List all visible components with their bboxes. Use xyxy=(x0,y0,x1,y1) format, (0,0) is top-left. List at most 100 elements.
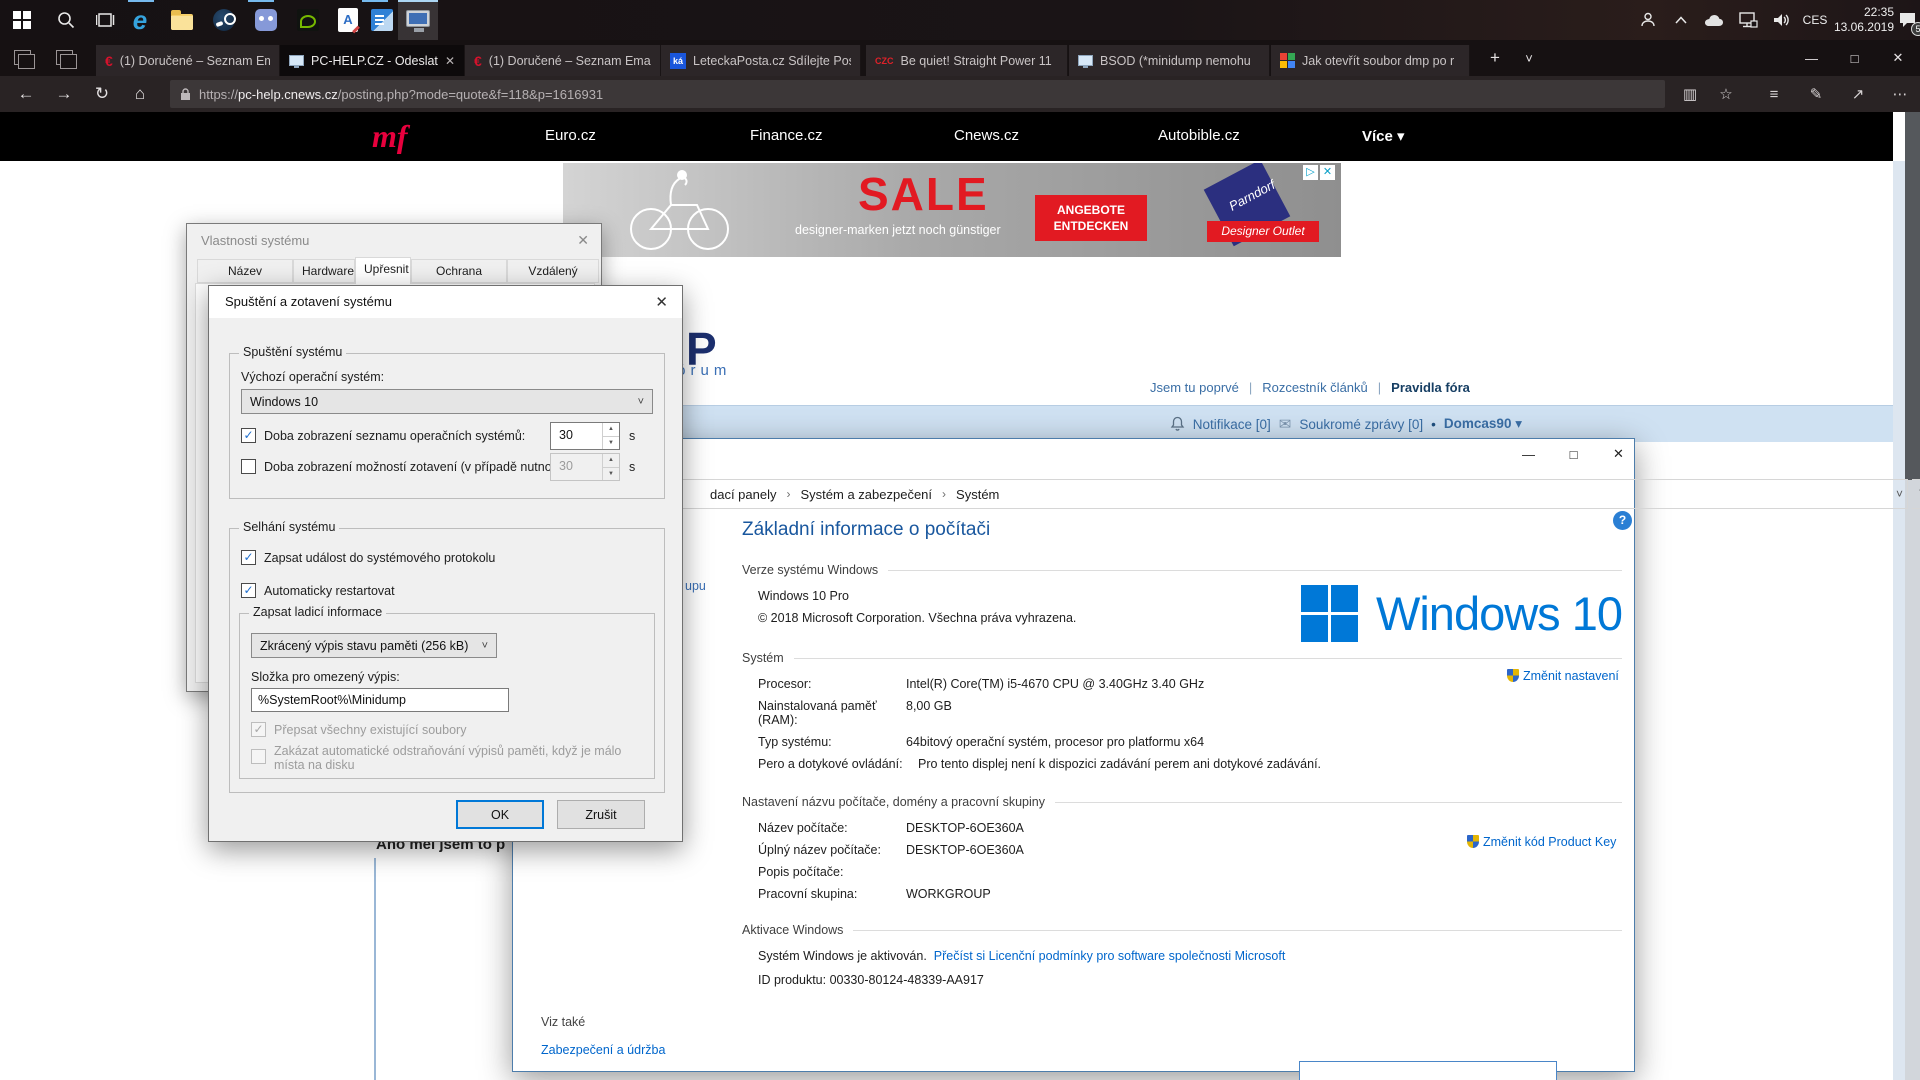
scrollbar-thumb[interactable] xyxy=(1905,112,1920,480)
tab-czc[interactable]: CZC Be quiet! Straight Power 11 xyxy=(866,45,1068,76)
nav-cnews[interactable]: Cnews.cz xyxy=(954,127,1019,144)
clock[interactable]: 22:35 13.06.2019 xyxy=(1832,0,1894,40)
network-tray-button[interactable] xyxy=(1732,0,1764,40)
web-note-button[interactable]: ✎ xyxy=(1798,76,1834,112)
change-settings-action[interactable]: Změnit nastavení xyxy=(1507,667,1619,685)
cp-refresh-button[interactable]: ↻ xyxy=(1912,479,1920,509)
nav-finance[interactable]: Finance.cz xyxy=(750,127,823,144)
tab-remote[interactable]: Vzdálený přístup xyxy=(507,259,599,283)
nav-euro[interactable]: Euro.cz xyxy=(545,127,596,144)
breadcrumb-system[interactable]: Systém xyxy=(956,487,999,502)
minimize-icon: — xyxy=(1522,447,1535,462)
breadcrumb-system-security[interactable]: Systém a zabezpečení xyxy=(801,487,933,502)
os-list-time-spinner[interactable]: 30 ▲▼ xyxy=(550,422,620,450)
bicycle-graphic xyxy=(613,167,743,255)
tab-computer-name[interactable]: Název počítače xyxy=(197,259,293,283)
taskbar-file-explorer-button[interactable] xyxy=(162,0,202,40)
browser-close-button[interactable]: ✕ xyxy=(1876,40,1920,76)
tab-dmp-help[interactable]: Jak otevřít soubor dmp po r xyxy=(1271,45,1470,76)
tray-overflow-button[interactable] xyxy=(1666,0,1696,40)
cp-maximize-button[interactable]: □ xyxy=(1551,439,1596,469)
adchoices-icon[interactable]: ▷ xyxy=(1303,165,1318,180)
taskbar-search-button[interactable] xyxy=(46,0,86,40)
ad-banner[interactable]: SALE designer-marken jetzt noch günstige… xyxy=(563,163,1341,257)
taskbar-system-properties-button[interactable] xyxy=(398,0,438,40)
ad-cta-button[interactable]: ANGEBOTEENTDECKEN xyxy=(1035,195,1147,241)
cancel-button[interactable]: Zrušit xyxy=(557,800,645,829)
tab-letecka-posta[interactable]: ká LeteckaPosta.cz Sdílejte Pos xyxy=(661,45,861,76)
nav-more[interactable]: Více ▾ xyxy=(1362,127,1405,145)
browser-maximize-button[interactable]: □ xyxy=(1833,40,1876,76)
auto-restart-checkbox[interactable]: ✓ xyxy=(241,583,256,598)
tab-bsod[interactable]: BSOD (*minidump nemohu xyxy=(1069,45,1270,76)
close-icon: ✕ xyxy=(1893,50,1904,66)
hub-button[interactable]: ≡ xyxy=(1756,76,1792,112)
browser-minimize-button[interactable]: — xyxy=(1790,40,1833,76)
default-os-combobox[interactable]: Windows 10 ˅ xyxy=(241,389,653,414)
set-aside-tabs-icon[interactable] xyxy=(14,50,31,65)
favorites-button[interactable]: ☆ xyxy=(1708,76,1744,112)
os-list-time-checkbox[interactable]: ✓ xyxy=(241,428,256,443)
taskbar-steam-button[interactable] xyxy=(204,0,244,40)
taskbar-nvidia-button[interactable] xyxy=(288,0,328,40)
home-button[interactable]: ⌂ xyxy=(122,76,158,112)
back-button[interactable]: ← xyxy=(8,76,44,112)
close-icon[interactable]: ✕ xyxy=(655,293,668,311)
link-forum-rules[interactable]: Pravidla fóra xyxy=(1391,380,1470,395)
nav-autobible[interactable]: Autobible.cz xyxy=(1158,127,1240,144)
cp-minimize-button[interactable]: — xyxy=(1506,439,1551,469)
language-label: CES xyxy=(1803,13,1828,27)
tab-hardware[interactable]: Hardware xyxy=(293,259,355,283)
tab-seznam-email-1[interactable]: € (1) Doručené – Seznam Ema xyxy=(96,45,280,76)
uac-shield-icon xyxy=(1507,669,1519,682)
ok-button[interactable]: OK xyxy=(456,800,544,829)
more-options-button[interactable]: ⋯ xyxy=(1882,76,1918,112)
license-terms-link[interactable]: Přečíst si Licenční podmínky pro softwar… xyxy=(934,949,1286,963)
file-explorer-icon xyxy=(171,14,193,30)
private-messages-link[interactable]: Soukromé zprávy [0] xyxy=(1299,417,1423,432)
close-icon[interactable]: ✕ xyxy=(577,232,589,249)
taskbar-edge-button[interactable]: e xyxy=(120,0,160,40)
refresh-button[interactable]: ↻ xyxy=(84,76,120,112)
breadcrumb-bar[interactable]: dací panely › Systém a zabezpečení › Sys… xyxy=(533,479,1908,509)
volume-tray-button[interactable] xyxy=(1766,0,1798,40)
tab-seznam-email-2[interactable]: € (1) Doručené – Seznam Ema xyxy=(465,45,661,76)
link-first-time[interactable]: Jsem tu poprvé xyxy=(1150,380,1239,395)
browser-scrollbar[interactable] xyxy=(1905,112,1920,1080)
link-article-index[interactable]: Rozcestník článků xyxy=(1262,380,1368,395)
notifications-link[interactable]: Notifikace [0] xyxy=(1193,417,1271,432)
username-menu[interactable]: Domcas90 ▾ xyxy=(1444,416,1522,432)
breadcrumb-control-panel[interactable]: dací panely xyxy=(710,487,777,502)
onedrive-tray-button[interactable] xyxy=(1698,0,1730,40)
tab-list-button[interactable]: ˅ xyxy=(1512,40,1546,76)
dump-type-combobox[interactable]: Zkrácený výpis stavu paměti (256 kB) ˅ xyxy=(251,633,497,658)
new-tab-button[interactable]: + xyxy=(1478,40,1512,76)
change-product-key-action[interactable]: Změnit kód Product Key xyxy=(1467,833,1616,851)
cp-close-button[interactable]: ✕ xyxy=(1596,439,1641,469)
security-maintenance-link[interactable]: Zabezpečení a údržba xyxy=(541,1043,665,1057)
reading-view-button[interactable]: ▥ xyxy=(1672,76,1708,112)
action-center-button[interactable]: 5 xyxy=(1894,0,1920,40)
recovery-time-checkbox[interactable] xyxy=(241,459,256,474)
disable-auto-delete-label: Zakázat automatické odstraňování výpisů … xyxy=(274,744,642,772)
language-indicator[interactable]: CES xyxy=(1798,0,1832,40)
breadcrumb-dropdown-icon[interactable]: ˅ xyxy=(1896,487,1903,501)
share-button[interactable]: ↗ xyxy=(1840,76,1876,112)
start-button[interactable] xyxy=(2,0,42,40)
sidebar-link-fragment[interactable]: upu xyxy=(685,579,706,593)
write-event-checkbox[interactable]: ✓ xyxy=(241,550,256,565)
taskbar-discord-button[interactable] xyxy=(246,0,286,40)
people-tray-button[interactable] xyxy=(1630,0,1664,40)
tab-advanced[interactable]: Upřesnit xyxy=(355,257,411,284)
forward-icon: → xyxy=(56,84,73,104)
address-bar[interactable]: https://pc-help.cnews.cz/posting.php?mod… xyxy=(170,80,1665,108)
mf-logo[interactable]: mf xyxy=(372,118,408,155)
dump-folder-input[interactable]: %SystemRoot%\Minidump xyxy=(251,688,509,712)
tab-close-icon[interactable]: ✕ xyxy=(445,54,455,68)
taskbar-document-app-button[interactable] xyxy=(362,0,402,40)
tab-preview-icon[interactable] xyxy=(56,50,73,65)
ad-close-icon[interactable]: ✕ xyxy=(1320,165,1335,180)
forward-button[interactable]: → xyxy=(46,76,82,112)
tab-system-protection[interactable]: Ochrana systému xyxy=(411,259,507,283)
tab-pc-help-active[interactable]: PC-HELP.CZ - Odeslat o ✕ xyxy=(280,45,465,76)
